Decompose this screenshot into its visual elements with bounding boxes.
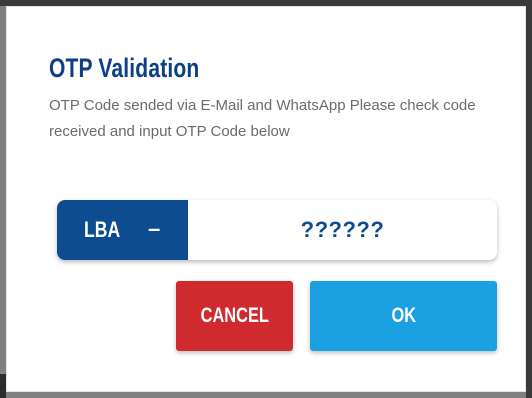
ok-button[interactable]: OK	[310, 281, 497, 351]
otp-prefix-label: LBA	[84, 217, 121, 242]
otp-code-input[interactable]	[188, 200, 497, 260]
otp-prefix-box: LBA –	[57, 200, 188, 260]
cancel-button-label: CANCEL	[200, 304, 269, 327]
dialog-title: OTP Validation	[49, 53, 200, 83]
otp-validation-dialog: OTP Validation OTP Code sended via E-Mai…	[6, 6, 526, 392]
otp-prefix-separator: –	[148, 216, 161, 241]
otp-input-group: LBA –	[57, 200, 497, 260]
cancel-button[interactable]: CANCEL	[176, 281, 293, 351]
background-frame-right	[526, 0, 532, 398]
ok-button-label: OK	[391, 304, 416, 327]
dialog-description: OTP Code sended via E-Mail and WhatsApp …	[49, 97, 476, 140]
